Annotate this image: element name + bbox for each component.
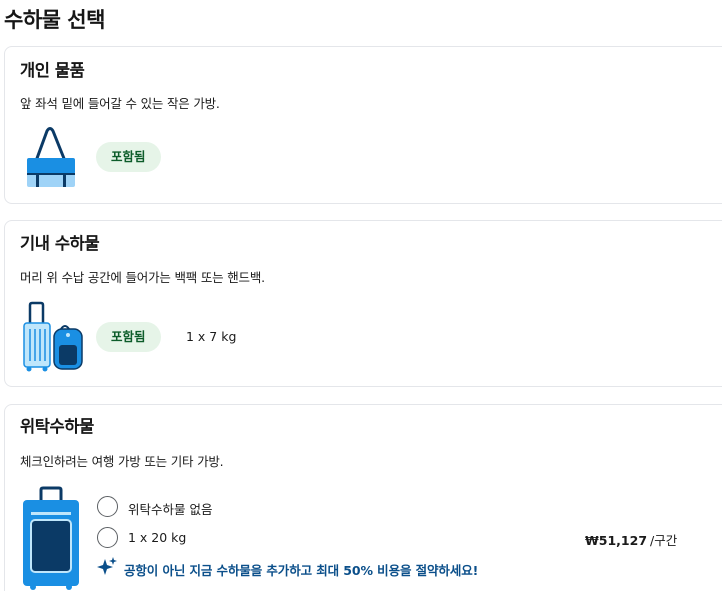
carry-on-weight: 1 x 7 kg: [186, 329, 237, 344]
carry-on-title: 기내 수하물: [20, 234, 100, 253]
checked-suitcase-icon: [23, 486, 79, 590]
carry-on-suitcase-backpack-icon: [23, 301, 83, 372]
option-no-checked-bag-label: 위탁수하물 없음: [128, 502, 213, 517]
promo-message: 공항이 아닌 지금 수하물을 추가하고 최대 50% 비용을 절약하세요!: [124, 563, 479, 578]
checked-bag-title: 위탁수하물: [20, 417, 94, 436]
price-unit: /구간: [650, 533, 678, 548]
page-title: 수하물 선택: [4, 8, 105, 32]
radio-no-checked-bag[interactable]: [97, 496, 118, 517]
price-amount: ₩51,127: [585, 533, 648, 548]
personal-item-card: 개인 물품 앞 좌석 밑에 들어갈 수 있는 작은 가방. 포함됨: [4, 46, 722, 204]
personal-included-badge: 포함됨: [96, 142, 161, 172]
checked-bag-price: ₩51,127/구간: [585, 530, 677, 549]
checked-bag-description: 체크인하려는 여행 가방 또는 기타 가방.: [20, 454, 224, 469]
carry-on-card: 기내 수하물 머리 위 수납 공간에 들어가는 백팩 또는 핸드백. 포함됨 1…: [4, 220, 722, 387]
shoulder-bag-icon: [27, 127, 75, 187]
option-checked-bag-20kg-label: 1 x 20 kg: [128, 530, 187, 545]
checked-bag-card: 위탁수하물 체크인하려는 여행 가방 또는 기타 가방. 위탁수하물 없음 1 …: [4, 404, 722, 591]
personal-item-title: 개인 물품: [20, 61, 85, 80]
sparkle-icon: [97, 557, 117, 575]
baggage-selection-page: 수하물 선택 개인 물품 앞 좌석 밑에 들어갈 수 있는 작은 가방. 포함됨…: [0, 0, 722, 591]
personal-item-description: 앞 좌석 밑에 들어갈 수 있는 작은 가방.: [20, 96, 220, 111]
radio-checked-bag-20kg[interactable]: [97, 527, 118, 548]
carry-on-included-badge: 포함됨: [96, 322, 161, 352]
carry-on-description: 머리 위 수납 공간에 들어가는 백팩 또는 핸드백.: [20, 270, 265, 285]
